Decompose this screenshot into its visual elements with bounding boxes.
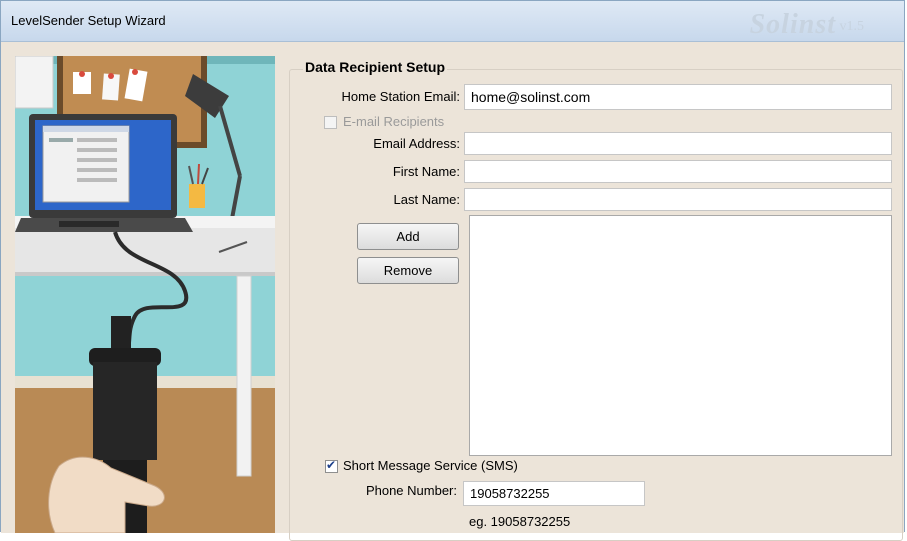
- group-title: Data Recipient Setup: [303, 59, 448, 75]
- last-name-label: Last Name:: [393, 192, 460, 207]
- first-name-label: First Name:: [392, 164, 460, 179]
- check-icon: ✔: [326, 458, 337, 472]
- sms-checkbox[interactable]: ✔: [325, 458, 338, 473]
- wizard-window: LevelSender Setup Wizard Solinst v1.5 Da…: [0, 0, 905, 541]
- remove-button[interactable]: Remove: [357, 257, 459, 284]
- phone-number-input[interactable]: [463, 481, 645, 506]
- illustration-svg: [15, 56, 275, 533]
- title-bar[interactable]: LevelSender Setup Wizard Solinst v1.5: [1, 1, 904, 42]
- email-address-input[interactable]: [464, 132, 892, 155]
- email-recipients-label: E-mail Recipients: [343, 114, 445, 129]
- last-name-input[interactable]: [464, 188, 892, 211]
- home-station-email-label: Home Station Email:: [341, 89, 461, 104]
- window-title: LevelSender Setup Wizard: [11, 13, 166, 28]
- email-address-label: Email Address:: [373, 136, 460, 151]
- phone-example-text: eg. 19058732255: [469, 514, 571, 529]
- first-name-input[interactable]: [464, 160, 892, 183]
- sms-label: Short Message Service (SMS): [343, 458, 518, 473]
- levelsender-illustration: [15, 56, 275, 533]
- phone-number-label: Phone Number:: [365, 483, 457, 498]
- wizard-content: Data Recipient Setup Home Station Email:…: [1, 42, 904, 541]
- brand-logo: Solinst: [749, 9, 836, 40]
- email-recipients-checkbox[interactable]: [324, 116, 337, 129]
- home-station-email-input[interactable]: [464, 84, 892, 110]
- recipients-list[interactable]: [469, 215, 892, 456]
- add-button[interactable]: Add: [357, 223, 459, 250]
- brand-version: v1.5: [839, 19, 865, 34]
